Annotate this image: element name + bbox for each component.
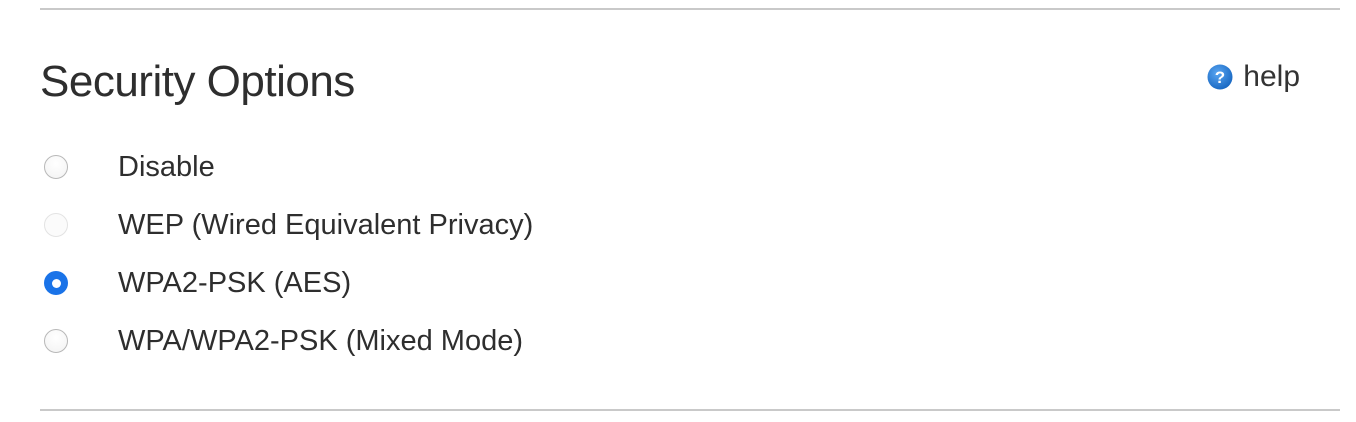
option-label: WEP (Wired Equivalent Privacy) [118, 209, 534, 241]
option-label: Disable [118, 151, 215, 183]
option-label: WPA/WPA2-PSK (Mixed Mode) [118, 325, 524, 357]
section-title: Security Options [40, 57, 355, 106]
radio-disable[interactable] [44, 155, 68, 179]
option-wep[interactable]: WEP (Wired Equivalent Privacy) [40, 196, 940, 254]
bottom-divider [40, 409, 1340, 411]
option-label: WPA2-PSK (AES) [118, 267, 352, 299]
security-options-panel: Security Options ? help Disable WEP (Wir… [0, 0, 1356, 422]
radio-wep[interactable] [44, 213, 68, 237]
option-wpa2-psk-aes[interactable]: WPA2-PSK (AES) [40, 254, 940, 312]
help-link[interactable]: ? help [1207, 60, 1300, 94]
radio-wpa-wpa2-mixed[interactable] [44, 329, 68, 353]
option-disable[interactable]: Disable [40, 138, 940, 196]
help-label: help [1243, 60, 1300, 93]
question-circle-icon: ? [1207, 64, 1233, 90]
option-wpa-wpa2-mixed[interactable]: WPA/WPA2-PSK (Mixed Mode) [40, 312, 940, 370]
top-divider [40, 8, 1340, 10]
svg-text:?: ? [1215, 68, 1225, 87]
security-option-list: Disable WEP (Wired Equivalent Privacy) W… [40, 138, 940, 370]
radio-wpa2-psk-aes[interactable] [44, 271, 68, 295]
